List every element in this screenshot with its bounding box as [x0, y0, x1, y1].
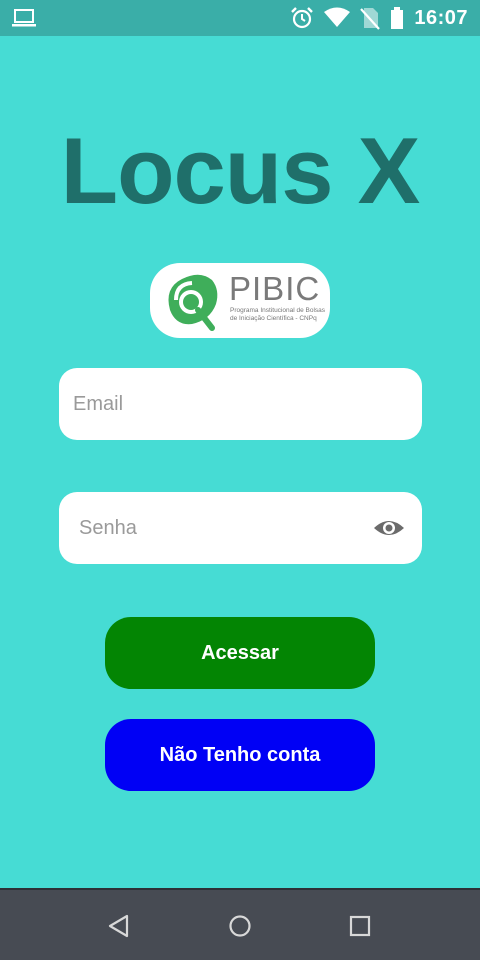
- status-bar: 16:07: [0, 0, 480, 36]
- no-sim-icon: [360, 8, 381, 30]
- logo-name: PIBIC: [229, 270, 321, 307]
- navigation-bar: [0, 888, 480, 960]
- status-icons: 16:07: [290, 0, 468, 36]
- back-icon[interactable]: [105, 912, 133, 940]
- login-button[interactable]: Acessar: [105, 617, 375, 689]
- password-field-container: [59, 492, 422, 564]
- pibic-logo: PIBIC Programa Institucional de Bolsas d…: [150, 263, 330, 338]
- laptop-icon: [12, 9, 36, 27]
- home-icon[interactable]: [226, 912, 254, 940]
- email-field-container: [59, 368, 422, 440]
- recents-icon[interactable]: [346, 912, 374, 940]
- logo-subtitle: Programa Institucional de Bolsas de Inic…: [230, 307, 326, 322]
- magnifier-logo-icon: [168, 274, 218, 331]
- email-field[interactable]: [73, 368, 403, 440]
- status-time: 16:07: [414, 6, 468, 29]
- wifi-icon: [324, 7, 351, 27]
- alarm-icon: [291, 7, 314, 29]
- login-screen: Locus X PIBIC Programa Institucional de …: [0, 36, 480, 888]
- battery-icon: [391, 7, 404, 29]
- eye-icon[interactable]: [372, 516, 406, 540]
- signup-button[interactable]: Não Tenho conta: [105, 719, 375, 791]
- app-title: Locus X: [60, 118, 421, 223]
- password-field[interactable]: [79, 492, 349, 564]
